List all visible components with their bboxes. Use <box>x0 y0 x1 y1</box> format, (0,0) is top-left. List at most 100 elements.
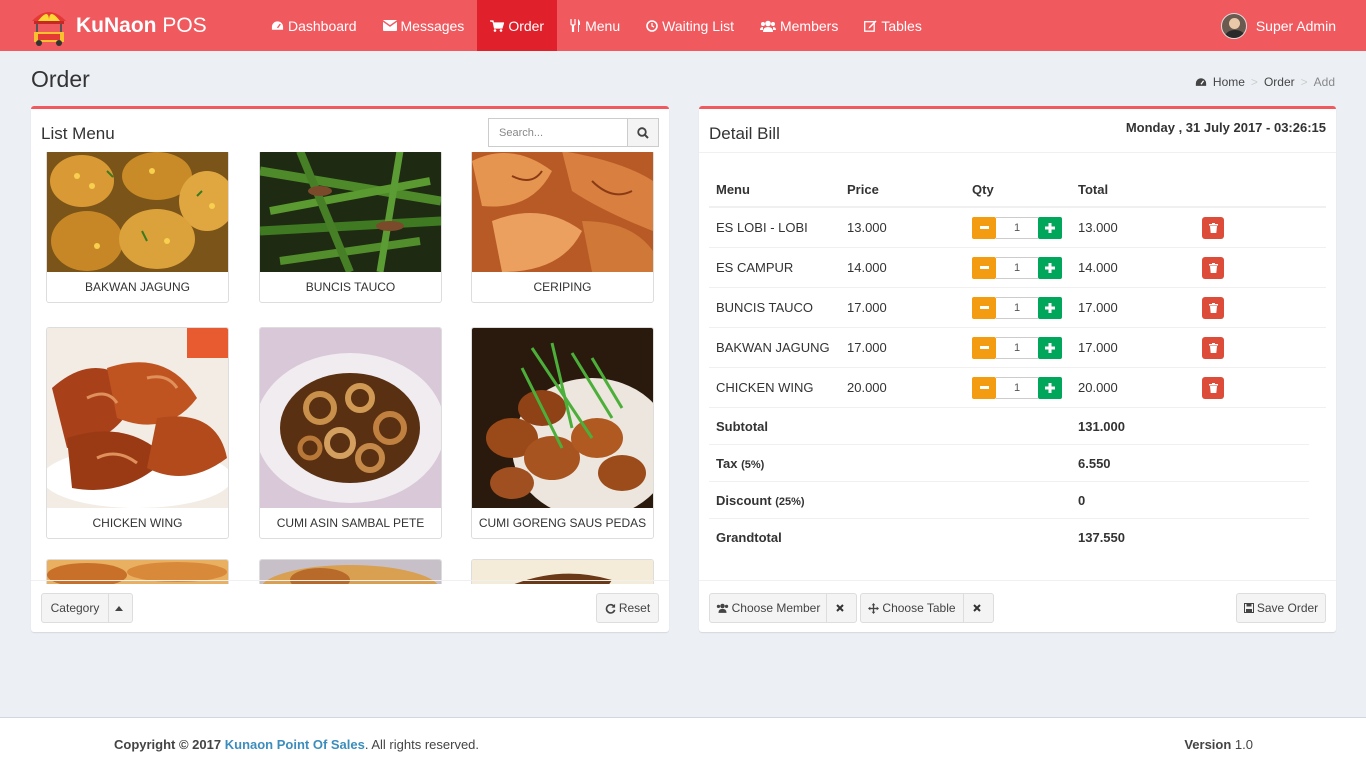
row-menu: BUNCIS TAUCO <box>716 300 814 315</box>
table-row: BAKWAN JAGUNG 17.000 1 17.000 <box>709 328 1326 368</box>
list-menu-footer: Category Reset <box>31 580 669 632</box>
search-button[interactable] <box>627 118 659 147</box>
clock-icon <box>646 19 658 32</box>
trash-icon <box>1208 222 1218 233</box>
chicken-wing-image <box>47 328 228 508</box>
ceriping-image <box>472 152 653 272</box>
nav-messages[interactable]: Messages <box>370 0 478 51</box>
increase-qty-button[interactable] <box>1038 256 1062 279</box>
decrease-qty-button[interactable] <box>972 216 996 239</box>
clear-member-button[interactable] <box>826 593 857 623</box>
menu-card-ceriping[interactable]: CERIPING <box>471 152 654 303</box>
row-price: 17.000 <box>847 340 887 355</box>
menu-grid: BAKWAN JAGUNG BUNCIS TAUCO CERIPING CHIC… <box>31 152 669 584</box>
search-icon <box>637 126 649 139</box>
nav-menu-label: Menu <box>585 17 621 34</box>
brand[interactable]: KuNaon POS <box>0 0 258 51</box>
reset-button[interactable]: Reset <box>596 593 659 623</box>
tax-value: 6.550 <box>1078 455 1111 471</box>
trash-icon <box>1208 262 1218 273</box>
users-icon <box>759 20 776 32</box>
menu-card-name: CERIPING <box>533 280 592 294</box>
company-link[interactable]: Kunaon Point Of Sales <box>225 737 365 752</box>
choose-table-button[interactable]: Choose Table <box>860 593 964 623</box>
user-menu[interactable]: Super Admin <box>1220 0 1336 51</box>
tax-row: Tax (5%) 6.550 <box>709 445 1309 482</box>
decrease-qty-button[interactable] <box>972 256 996 279</box>
row-total: 17.000 <box>1078 300 1118 315</box>
delete-item-button[interactable] <box>1202 256 1224 279</box>
increase-qty-button[interactable] <box>1038 296 1062 319</box>
food-cart-logo-icon <box>28 5 70 47</box>
row-menu: ES CAMPUR <box>716 260 794 275</box>
cumi-asin-sambal-pete-image <box>260 328 441 508</box>
subtotal-row: Subtotal 131.000 <box>709 408 1309 445</box>
nav-dashboard-label: Dashboard <box>288 17 357 34</box>
menu-card-bakwan-jagung[interactable]: BAKWAN JAGUNG <box>46 152 229 303</box>
nav-tables[interactable]: Tables <box>851 0 934 51</box>
menu-card-name: CUMI GORENG SAUS PEDAS <box>478 516 647 530</box>
search-input[interactable] <box>488 118 627 147</box>
category-button[interactable]: Category <box>41 593 109 623</box>
breadcrumb-home[interactable]: Home <box>1213 75 1245 89</box>
save-icon <box>1243 603 1254 613</box>
discount-label: Discount (25%) <box>716 492 805 508</box>
row-price: 14.000 <box>847 260 887 275</box>
save-order-label: Save Order <box>1256 601 1319 615</box>
reset-label: Reset <box>618 601 651 615</box>
category-label: Category <box>50 601 100 615</box>
row-menu: CHICKEN WING <box>716 380 814 395</box>
avatar <box>1220 12 1247 39</box>
delete-item-button[interactable] <box>1202 216 1224 239</box>
discount-row: Discount (25%) 0 <box>709 482 1309 519</box>
main-nav: Dashboard Messages Order Menu Waiting Li… <box>258 0 935 51</box>
nav-order[interactable]: Order <box>477 0 558 51</box>
choose-member-label: Choose Member <box>731 601 821 615</box>
breadcrumb-order[interactable]: Order <box>1264 75 1295 89</box>
page-footer: Copyright © 2017 Kunaon Point Of Sales. … <box>0 717 1366 768</box>
nav-members[interactable]: Members <box>747 0 851 51</box>
row-total: 13.000 <box>1078 220 1118 235</box>
menu-card-chicken-wing[interactable]: CHICKEN WING <box>46 327 229 539</box>
menu-card-cumi-asin-sambal-pete[interactable]: CUMI ASIN SAMBAL PETE <box>259 327 442 539</box>
top-navbar: KuNaon POS Dashboard Messages Order Menu… <box>0 0 1366 51</box>
plus-icon <box>1045 342 1055 353</box>
nav-menu[interactable]: Menu <box>557 0 633 51</box>
quantity-stepper: 1 <box>972 336 1062 359</box>
row-price: 17.000 <box>847 300 887 315</box>
qty-input[interactable]: 1 <box>996 296 1038 319</box>
nav-waiting-list-label: Waiting List <box>662 17 734 34</box>
list-menu-panel: List Menu BAKWAN JAGUNG <box>31 106 669 632</box>
grandtotal-row: Grandtotal 137.550 <box>709 519 1309 556</box>
increase-qty-button[interactable] <box>1038 376 1062 399</box>
menu-card-buncis-tauco[interactable]: BUNCIS TAUCO <box>259 152 442 303</box>
nav-waiting-list[interactable]: Waiting List <box>633 0 747 51</box>
qty-input[interactable]: 1 <box>996 376 1038 399</box>
row-total: 20.000 <box>1078 380 1118 395</box>
increase-qty-button[interactable] <box>1038 216 1062 239</box>
category-dropdown-toggle[interactable] <box>108 593 133 623</box>
delete-item-button[interactable] <box>1202 296 1224 319</box>
save-order-button[interactable]: Save Order <box>1236 593 1326 623</box>
qty-input[interactable]: 1 <box>996 336 1038 359</box>
buncis-tauco-image <box>260 152 441 272</box>
increase-qty-button[interactable] <box>1038 336 1062 359</box>
row-price: 13.000 <box>847 220 887 235</box>
clear-table-button[interactable] <box>963 593 994 623</box>
grandtotal-label: Grandtotal <box>716 530 782 545</box>
nav-dashboard[interactable]: Dashboard <box>258 0 370 51</box>
menu-card-name: BAKWAN JAGUNG <box>85 280 190 294</box>
delete-item-button[interactable] <box>1202 336 1224 359</box>
plus-icon <box>1045 382 1055 393</box>
choose-member-button[interactable]: Choose Member <box>709 593 827 623</box>
qty-input[interactable]: 1 <box>996 256 1038 279</box>
discount-rate: (25%) <box>775 495 805 508</box>
decrease-qty-button[interactable] <box>972 296 996 319</box>
choose-table-label: Choose Table <box>882 601 956 615</box>
decrease-qty-button[interactable] <box>972 376 996 399</box>
menu-card-cumi-goreng-saus-pedas[interactable]: CUMI GORENG SAUS PEDAS <box>471 327 654 539</box>
delete-item-button[interactable] <box>1202 376 1224 399</box>
nav-members-label: Members <box>779 17 839 34</box>
decrease-qty-button[interactable] <box>972 336 996 359</box>
qty-input[interactable]: 1 <box>996 216 1038 239</box>
